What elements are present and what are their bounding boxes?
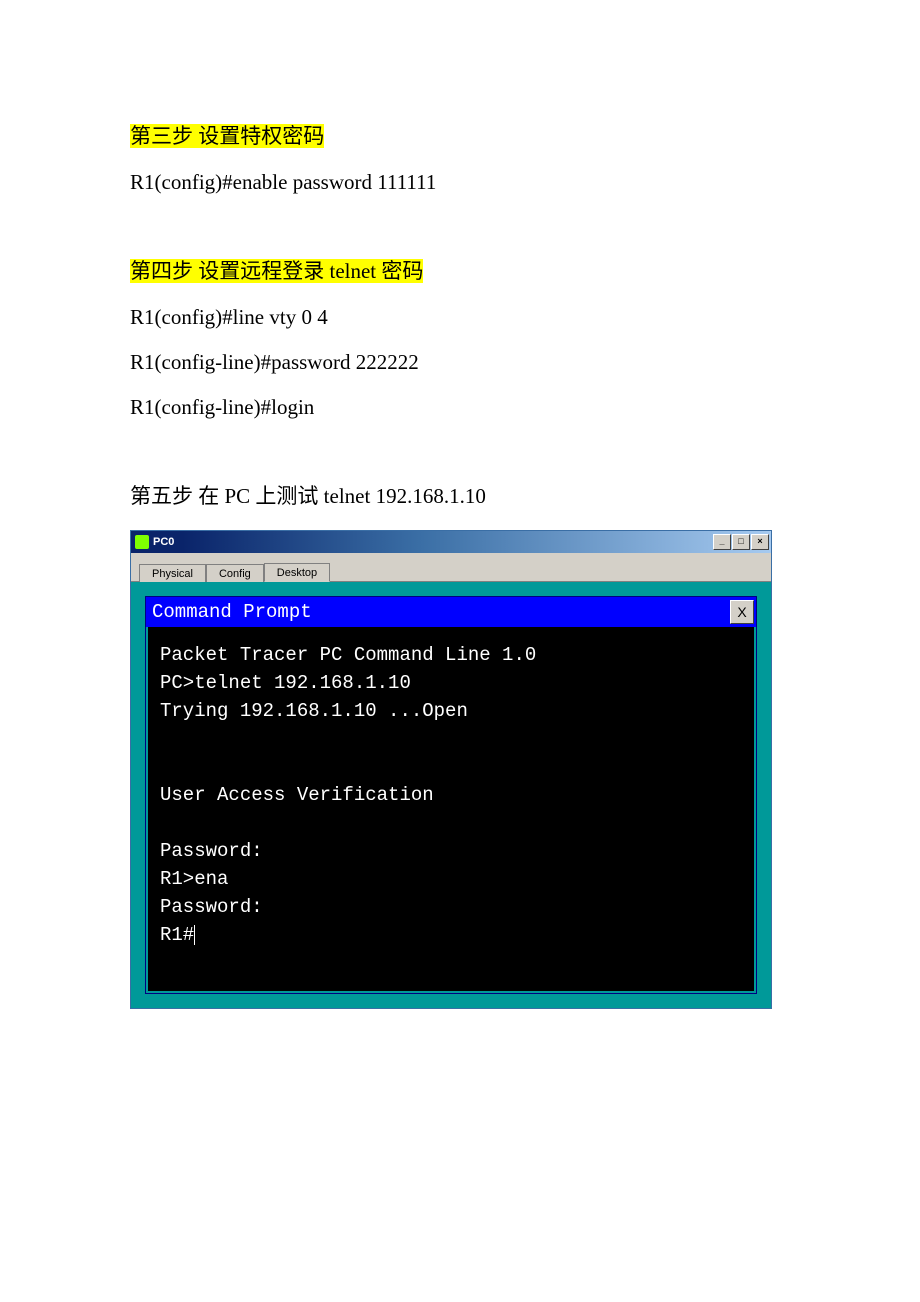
step4-heading: 第四步 设置远程登录 telnet 密码 — [130, 259, 423, 283]
terminal-line: Password: — [160, 896, 263, 918]
maximize-button[interactable]: □ — [732, 534, 750, 550]
step4-cmd3: R1(config-line)#login — [130, 395, 850, 420]
app-icon — [135, 535, 149, 549]
window-title: PC0 — [153, 536, 174, 548]
terminal-line: PC>telnet 192.168.1.10 — [160, 672, 411, 694]
terminal-line: User Access Verification — [160, 784, 434, 806]
tab-config[interactable]: Config — [206, 564, 264, 582]
tab-desktop[interactable]: Desktop — [264, 563, 330, 582]
terminal-output[interactable]: Packet Tracer PC Command Line 1.0 PC>tel… — [146, 627, 756, 993]
command-prompt-close-button[interactable]: X — [730, 600, 754, 624]
terminal-line: Packet Tracer PC Command Line 1.0 — [160, 644, 536, 666]
step4-cmd2: R1(config-line)#password 222222 — [130, 350, 850, 375]
step5-heading: 第五步 在 PC 上测试 telnet 192.168.1.10 — [130, 480, 850, 510]
terminal-line: R1# — [160, 924, 195, 946]
step3-heading: 第三步 设置特权密码 — [130, 124, 324, 148]
terminal-line: R1>ena — [160, 868, 228, 890]
tab-physical[interactable]: Physical — [139, 564, 206, 582]
terminal-line: Trying 192.168.1.10 ...Open — [160, 700, 468, 722]
command-prompt-window: Command Prompt X Packet Tracer PC Comman… — [145, 596, 757, 994]
window-body: Command Prompt X Packet Tracer PC Comman… — [131, 582, 771, 1008]
packet-tracer-window: PC0 _ □ × Physical Config Desktop Comman… — [130, 530, 772, 1009]
minimize-button[interactable]: _ — [713, 534, 731, 550]
step3-cmd1: R1(config)#enable password 111111 — [130, 170, 850, 195]
step4-cmd1: R1(config)#line vty 0 4 — [130, 305, 850, 330]
command-prompt-title: Command Prompt — [152, 601, 312, 623]
window-titlebar[interactable]: PC0 _ □ × — [131, 531, 771, 553]
tab-bar: Physical Config Desktop — [131, 553, 771, 582]
close-button[interactable]: × — [751, 534, 769, 550]
terminal-line: Password: — [160, 840, 263, 862]
command-prompt-titlebar[interactable]: Command Prompt X — [146, 597, 756, 627]
